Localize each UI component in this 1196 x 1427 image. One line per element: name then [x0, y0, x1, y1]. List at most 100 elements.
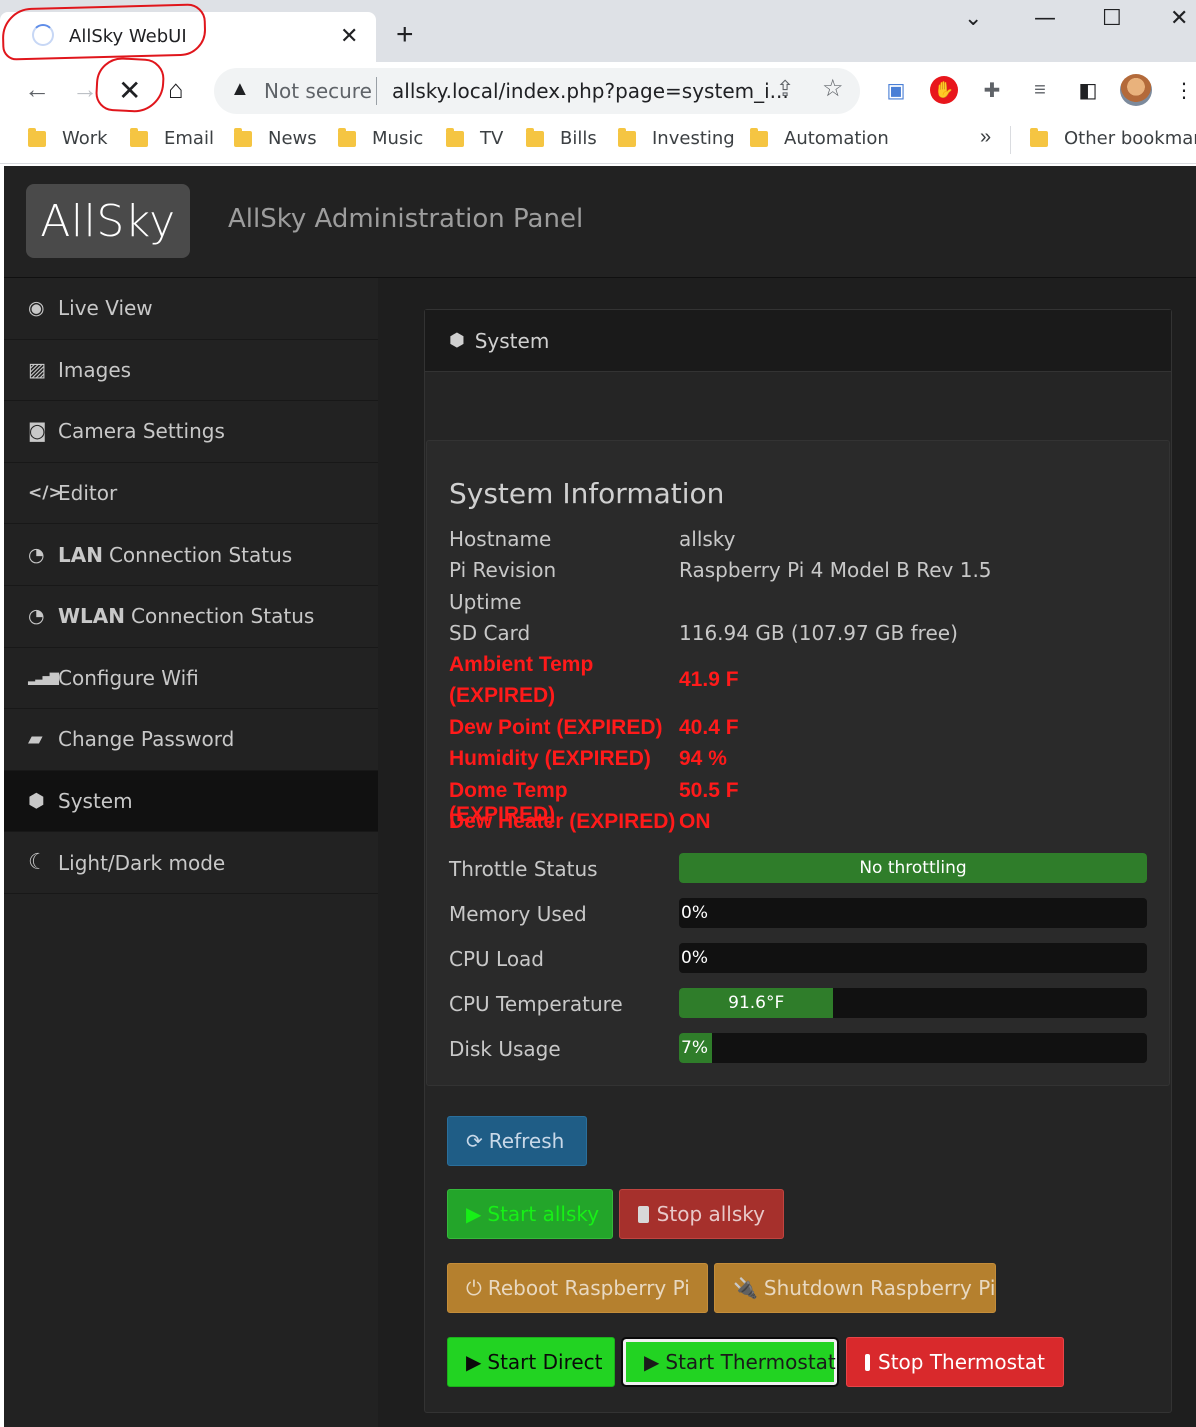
- media-control-icon[interactable]: ≡: [1026, 76, 1054, 104]
- cube-icon: ⬢: [449, 330, 465, 351]
- tab-search-icon[interactable]: ⌄: [964, 6, 982, 31]
- bookmark-investing[interactable]: Investing: [618, 127, 735, 149]
- sidebar-item-configure-wifi[interactable]: ▂▃▅▇ Configure Wifi: [4, 648, 378, 710]
- adblock-icon[interactable]: ✋: [930, 76, 958, 104]
- security-label[interactable]: Not secure: [264, 79, 372, 103]
- bar-row-disk-usage: Disk Usage 7%: [449, 1033, 1149, 1063]
- system-info-title: System Information: [449, 477, 725, 510]
- progress-bar: 91.6°F: [679, 988, 1147, 1018]
- bar-row-throttle: Throttle Status No throttling: [449, 853, 1149, 883]
- warning-icon: ▲: [230, 78, 250, 100]
- folder-icon: [338, 127, 356, 147]
- folder-icon: [526, 127, 544, 147]
- system-info-panel: System Information Hostname allsky Pi Rev…: [426, 440, 1170, 1086]
- panel-title: AllSky Administration Panel: [228, 204, 584, 234]
- main-content: ⬢ System System Information Hostname alls…: [378, 278, 1196, 1427]
- bookmark-bills[interactable]: Bills: [526, 127, 597, 149]
- browser-tabstrip: AllSky WebUI ✕ + ⌄ — ☐ ✕: [0, 0, 1196, 62]
- progress-label: 0%: [681, 948, 708, 968]
- back-icon[interactable]: ←: [24, 74, 50, 105]
- bookmarks-bar: Work Email News Music TV Bills Investing…: [0, 118, 1196, 164]
- stop-thermostat-button[interactable]: Stop Thermostat: [846, 1337, 1064, 1387]
- progress-label: 0%: [681, 903, 708, 923]
- start-allsky-button[interactable]: ▶ Start allsky: [447, 1189, 613, 1239]
- eye-icon: ◉: [28, 297, 45, 320]
- progress-bar: 7%: [679, 1033, 1147, 1063]
- lock-icon: ▰: [28, 728, 43, 751]
- sidebar-item-camera-settings[interactable]: ◙ Camera Settings: [4, 401, 378, 463]
- sidebar-item-wlan-status[interactable]: ◔ WLAN Connection Status: [4, 586, 378, 648]
- bar-row-cpu-temperature: CPU Temperature 91.6°F: [449, 988, 1149, 1018]
- card-header-title: System: [474, 328, 550, 353]
- sidebar-item-change-password[interactable]: ▰ Change Password: [4, 709, 378, 771]
- side-panel-icon[interactable]: ◧: [1074, 76, 1102, 104]
- folder-icon: [28, 127, 46, 147]
- code-icon: </>: [28, 483, 63, 504]
- kebab-menu-icon[interactable]: ⋮: [1170, 76, 1196, 104]
- folder-icon: [234, 127, 252, 147]
- bookmark-email[interactable]: Email: [130, 127, 214, 149]
- bookmark-work[interactable]: Work: [28, 127, 108, 149]
- progress-label: 7%: [681, 1038, 708, 1058]
- omnibox-separator: [376, 77, 377, 105]
- sidebar-item-editor[interactable]: </> Editor: [4, 463, 378, 525]
- folder-icon: [618, 127, 636, 147]
- folder-icon: [1030, 127, 1048, 147]
- sensor-row-ambient-temp: Ambient Temp (EXPIRED) 41.9 F: [449, 653, 739, 707]
- start-direct-button[interactable]: ▶ Start Direct: [447, 1337, 615, 1387]
- bookmark-star-icon[interactable]: ☆: [822, 74, 844, 103]
- card-header: ⬢ System: [425, 310, 1171, 372]
- dashboard-icon: ◔: [28, 605, 45, 628]
- stop-allsky-button[interactable]: Stop allsky: [619, 1189, 784, 1239]
- play-icon: ▶: [644, 1350, 660, 1374]
- refresh-button[interactable]: ⟳ Refresh: [447, 1116, 587, 1166]
- bookmark-music[interactable]: Music: [338, 127, 423, 149]
- red-annotation-circle-tab: [1, 3, 207, 61]
- image-icon: ▨: [28, 358, 46, 381]
- sidebar: ◉ Live View ▨ Images ◙ Camera Settings </> E…: [4, 278, 378, 1427]
- signal-icon: ▂▃▅▇: [28, 670, 59, 685]
- cube-icon: ⬢: [28, 790, 45, 813]
- bookmark-automation[interactable]: Automation: [750, 127, 889, 149]
- brand-logo[interactable]: AllSky: [26, 184, 190, 258]
- bookmarks-separator: [1010, 126, 1011, 154]
- address-bar[interactable]: ▲ Not secure allsky.local/index.php?page…: [214, 68, 860, 114]
- dashboard-icon: ◔: [28, 543, 45, 566]
- stop-icon: [865, 1353, 871, 1371]
- minimize-icon[interactable]: —: [1034, 6, 1056, 31]
- play-icon: ▶: [466, 1350, 482, 1374]
- share-icon[interactable]: ⇪: [776, 76, 794, 102]
- progress-bar: No throttling: [679, 853, 1147, 883]
- window-close-icon[interactable]: ✕: [1170, 6, 1188, 31]
- sidebar-item-light-dark-mode[interactable]: ☾ Light/Dark mode: [4, 832, 378, 894]
- url-text[interactable]: allsky.local/index.php?page=system_i...: [392, 79, 789, 103]
- bookmark-tv[interactable]: TV: [446, 127, 503, 149]
- forward-icon[interactable]: →: [72, 74, 98, 105]
- shutdown-button[interactable]: 🔌 Shutdown Raspberry Pi: [714, 1263, 996, 1313]
- other-bookmarks[interactable]: Other bookmarks: [1030, 127, 1196, 149]
- progress-label: 91.6°F: [728, 993, 785, 1013]
- camera-icon: ◙: [28, 420, 47, 443]
- sidebar-item-system[interactable]: ⬢ System: [4, 770, 378, 833]
- progress-bar: 0%: [679, 898, 1147, 928]
- extensions-puzzle-icon[interactable]: ✚: [978, 76, 1006, 104]
- plug-icon: 🔌: [733, 1276, 758, 1300]
- progress-bar: 0%: [679, 943, 1147, 973]
- tab-close-icon[interactable]: ✕: [340, 23, 358, 49]
- reboot-button[interactable]: ⏻ Reboot Raspberry Pi: [447, 1263, 708, 1313]
- sidebar-item-lan-status[interactable]: ◔ LAN Connection Status: [4, 524, 378, 586]
- start-thermostat-button[interactable]: ▶ Start Thermostat: [621, 1337, 839, 1387]
- power-icon: ⏻: [466, 1276, 482, 1300]
- system-card: ⬢ System System Information Hostname alls…: [424, 309, 1172, 1413]
- bookmarks-overflow-icon[interactable]: »: [980, 126, 991, 149]
- cast-icon[interactable]: ▣: [882, 76, 910, 104]
- sidebar-item-images[interactable]: ▨ Images: [4, 340, 378, 402]
- new-tab-icon[interactable]: +: [396, 18, 414, 52]
- maximize-icon[interactable]: ☐: [1102, 6, 1122, 31]
- profile-avatar[interactable]: [1120, 74, 1152, 106]
- home-icon[interactable]: ⌂: [168, 74, 184, 105]
- moon-icon: ☾: [28, 850, 48, 876]
- bookmark-news[interactable]: News: [234, 127, 317, 149]
- sidebar-item-live-view[interactable]: ◉ Live View: [4, 278, 378, 340]
- folder-icon: [446, 127, 464, 147]
